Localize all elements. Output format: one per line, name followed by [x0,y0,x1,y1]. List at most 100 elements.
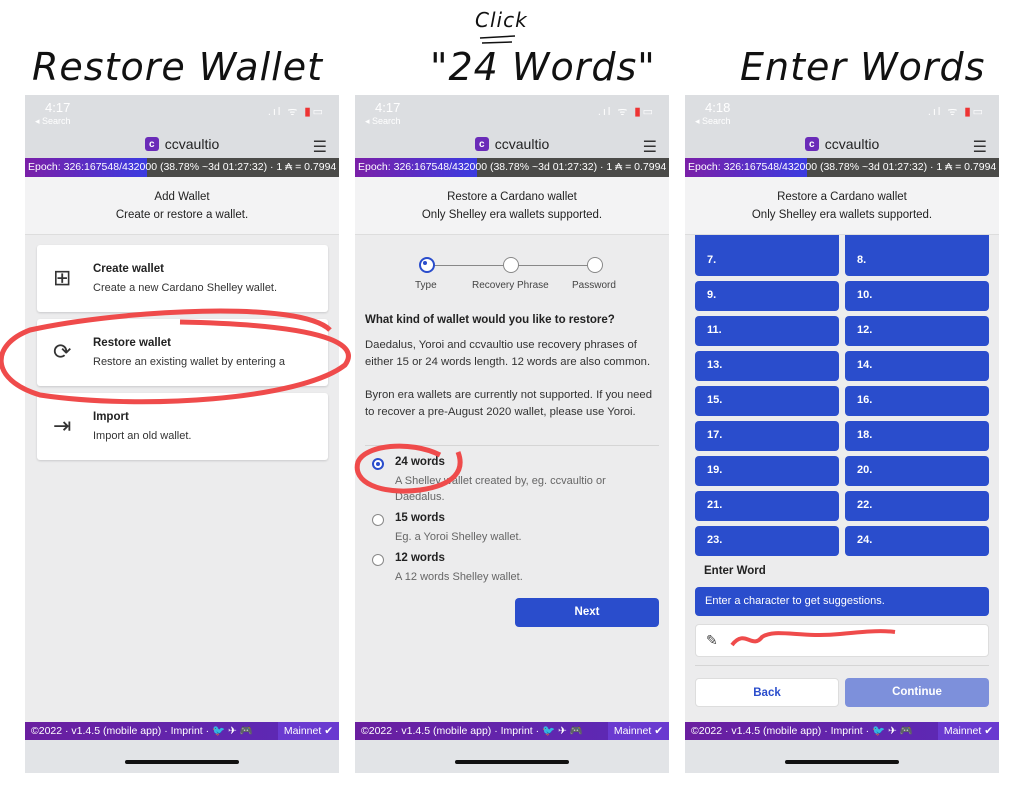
description-1: Daedalus, Yoroi and ccvaultio use recove… [365,339,651,368]
option-description: Eg. a Yoroi Shelley wallet. [395,531,522,543]
page-subtitle: Create or restore a wallet. [115,209,249,221]
home-indicator[interactable] [785,760,899,764]
word-cell[interactable]: 20. [845,456,989,486]
next-button[interactable]: Next [515,598,659,627]
word-cell[interactable]: 8. [845,246,989,276]
word-cell[interactable]: 18. [845,421,989,451]
brand-name: ccvaultio [494,136,550,152]
word-cell[interactable]: 21. [695,491,839,521]
option-label: 12 words [395,552,445,564]
option-15-words[interactable]: 15 words Eg. a Yoroi Shelley wallet. [365,512,659,552]
screen-restore-type: Restore a Cardano wallet Only Shelley er… [355,95,669,773]
home-area [685,740,999,773]
page-title: Add Wallet [154,191,210,203]
annotation-click: Click [475,8,528,32]
step-label: Password [572,280,616,291]
back-button[interactable]: Back [695,678,839,707]
divider [695,665,989,666]
footer: ©2022 · v1.4.5 (mobile app) · Imprint · … [25,722,339,740]
word-cell[interactable]: 16. [845,386,989,416]
annotation-title-1: Restore Wallet [32,45,323,89]
enter-word-label: Enter Word [704,565,766,577]
radio-button[interactable] [372,458,384,470]
status-time: 4:17 [375,100,401,115]
signal-wifi-battery-icon: .ıl ᯤ ▮▭ [927,106,985,118]
status-bar: 4:17 ◂ Search .ıl ᯤ ▮▭ [355,95,669,130]
word-cell[interactable]: 14. [845,351,989,381]
radio-button[interactable] [372,514,384,526]
card-import[interactable]: ⇥ Import Import an old wallet. [37,393,328,460]
suggestion-box: Enter a character to get suggestions. [695,587,989,616]
screen-add-wallet: Add Wallet Create or restore a wallet. ⊞… [25,95,339,773]
back-to-search-link[interactable]: ◂ Search [35,116,71,127]
footer-text[interactable]: ©2022 · v1.4.5 (mobile app) · Imprint · … [31,725,253,737]
footer-text[interactable]: ©2022 · v1.4.5 (mobile app) · Imprint · … [361,725,583,737]
word-input[interactable]: ✎ [695,624,989,657]
epoch-progress-bar: Epoch: 326:167548/432000 (38.78% ~3d 01:… [355,158,669,177]
page-subtitle: Only Shelley era wallets supported. [751,209,933,221]
network-badge[interactable]: Mainnet ✔ [937,722,999,740]
epoch-text: Epoch: 326:167548/432000 (38.78% ~3d 01:… [358,161,667,173]
network-badge[interactable]: Mainnet ✔ [607,722,669,740]
card-restore-wallet[interactable]: ⟳ Restore wallet Restore an existing wal… [37,319,328,386]
epoch-progress-bar: Epoch: 326:167548/432000 (38.78% ~3d 01:… [25,158,339,177]
word-cell[interactable]: 23. [695,526,839,556]
back-to-search-link[interactable]: ◂ Search [365,116,401,127]
page-subtitle: Only Shelley era wallets supported. [421,209,603,221]
card-description: Import an old wallet. [93,430,192,442]
annotation-title-2: "24 Words" [430,45,656,89]
wallet-add-icon: ⊞ [53,265,72,290]
option-24-words[interactable]: 24 words A Shelley wallet created by, eg… [365,456,659,503]
word-cell[interactable]: 15. [695,386,839,416]
import-icon: ⇥ [53,413,72,438]
page-header: Restore a Cardano wallet Only Shelley er… [355,177,669,235]
step-recovery-icon [503,257,519,273]
card-create-wallet[interactable]: ⊞ Create wallet Create a new Cardano She… [37,245,328,312]
network-badge[interactable]: Mainnet ✔ [277,722,339,740]
home-indicator[interactable] [455,760,569,764]
brand-logo-icon: c [804,137,819,151]
back-to-search-link[interactable]: ◂ Search [695,116,731,127]
footer: ©2022 · v1.4.5 (mobile app) · Imprint · … [355,722,669,740]
word-cell[interactable]: 22. [845,491,989,521]
step-type-icon [419,257,435,273]
annotation-title-3: Enter Words [740,45,986,89]
footer-text[interactable]: ©2022 · v1.4.5 (mobile app) · Imprint · … [691,725,913,737]
question: What kind of wallet would you like to re… [365,314,615,326]
card-title: Create wallet [93,263,164,275]
sync-icon: ⟳ [53,339,72,364]
step-label: Recovery Phrase [472,280,549,291]
card-title: Import [93,411,129,423]
word-cell[interactable]: 17. [695,421,839,451]
card-title: Restore wallet [93,337,171,349]
word-cell[interactable]: 24. [845,526,989,556]
app-header: c ccvaultio ☰ [25,130,339,158]
home-area [355,740,669,773]
page-header: Add Wallet Create or restore a wallet. [25,177,339,235]
hamburger-menu-icon[interactable]: ☰ [973,137,987,157]
status-bar: 4:18 ◂ Search .ıl ᯤ ▮▭ [685,95,999,130]
option-12-words[interactable]: 12 words A 12 words Shelley wallet. [365,552,659,592]
home-area [25,740,339,773]
signal-wifi-battery-icon: .ıl ᯤ ▮▭ [597,106,655,118]
word-cell[interactable]: 9. [695,281,839,311]
signal-wifi-battery-icon: .ıl ᯤ ▮▭ [267,106,325,118]
continue-button[interactable]: Continue [845,678,989,707]
page-title: Restore a Cardano wallet [447,191,577,203]
hamburger-menu-icon[interactable]: ☰ [313,137,327,157]
hamburger-menu-icon[interactable]: ☰ [643,137,657,157]
card-description: Create a new Cardano Shelley wallet. [93,282,278,294]
word-cell[interactable]: 12. [845,316,989,346]
word-cell[interactable]: 11. [695,316,839,346]
status-time: 4:18 [705,100,731,115]
word-cell[interactable]: 13. [695,351,839,381]
home-indicator[interactable] [125,760,239,764]
page-header: Restore a Cardano wallet Only Shelley er… [685,177,999,235]
word-cell[interactable]: 19. [695,456,839,486]
word-cell[interactable]: 7. [695,246,839,276]
word-cell[interactable]: 10. [845,281,989,311]
footer: ©2022 · v1.4.5 (mobile app) · Imprint · … [685,722,999,740]
app-header: c ccvaultio ☰ [355,130,669,158]
pencil-icon: ✎ [706,632,718,648]
radio-button[interactable] [372,554,384,566]
